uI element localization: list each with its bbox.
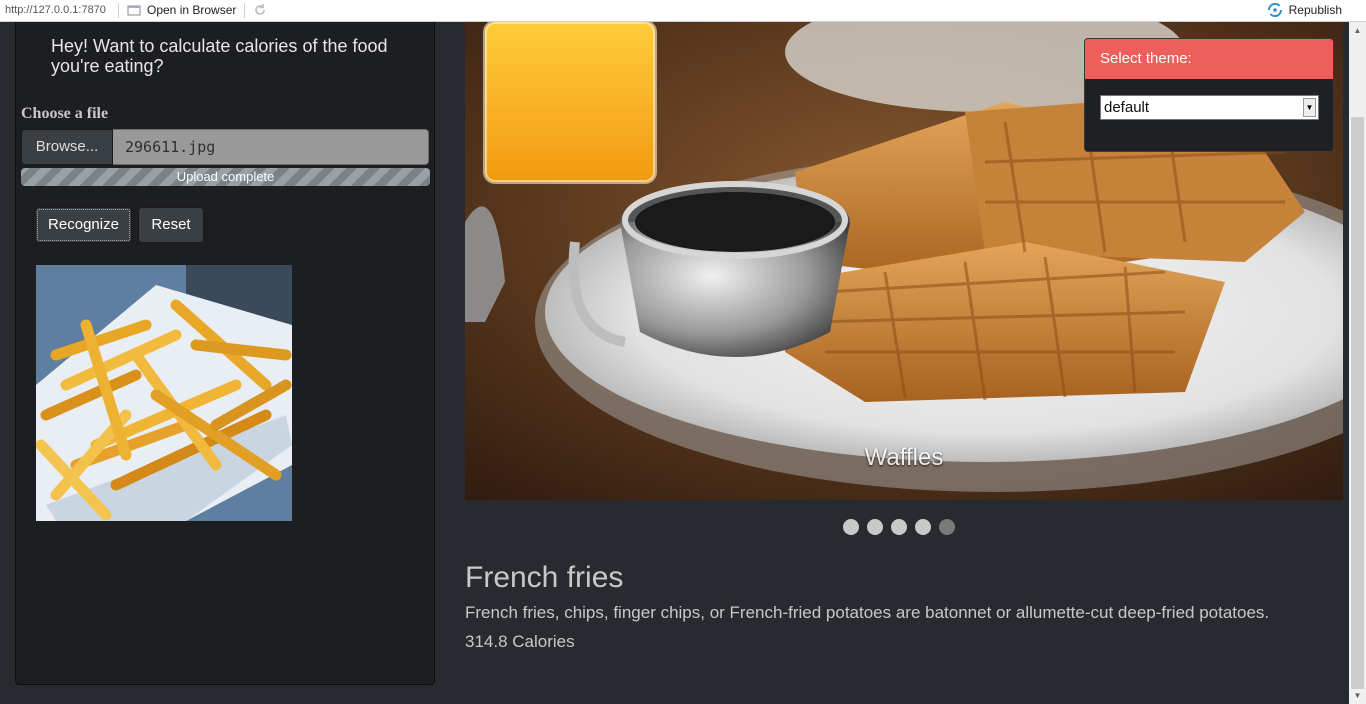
republish-icon [1267, 3, 1282, 17]
reset-button[interactable]: Reset [138, 207, 204, 243]
toolbar-divider [118, 3, 119, 18]
carousel-caption: Waffles [864, 444, 944, 471]
theme-selector-panel: Select theme: default ▼ [1084, 38, 1334, 152]
chevron-down-icon[interactable]: ▼ [1303, 98, 1316, 117]
scrollbar-thumb[interactable] [1351, 117, 1364, 689]
recognize-button[interactable]: Recognize [35, 207, 132, 243]
reload-button[interactable] [253, 3, 267, 20]
uploaded-food-image [36, 265, 292, 521]
scroll-down-arrow-icon[interactable]: ▼ [1349, 687, 1366, 704]
republish-label: Republish [1288, 3, 1342, 17]
carousel-indicator-3[interactable] [891, 519, 907, 535]
upload-progress-bar: Upload complete [21, 168, 430, 186]
carousel-indicator-2[interactable] [867, 519, 883, 535]
file-name-field[interactable]: 296611.jpg [113, 129, 429, 165]
result-calories: 314.8 Calories [465, 632, 575, 651]
result-description: French fries, chips, finger chips, or Fr… [465, 603, 1270, 622]
carousel-indicator-1[interactable] [843, 519, 859, 535]
intro-text: Hey! Want to calculate calories of the f… [51, 36, 388, 76]
open-in-browser-label: Open in Browser [147, 3, 237, 17]
page-scrollbar[interactable]: ▲ ▼ [1349, 22, 1366, 704]
republish-button[interactable]: Republish [1267, 3, 1342, 17]
file-upload: Browse... 296611.jpg [21, 129, 429, 165]
browse-button[interactable]: Browse... [21, 129, 113, 165]
upload-status-text: Upload complete [176, 169, 275, 184]
sidebar-panel: Hey! Want to calculate calories of the f… [15, 22, 435, 685]
url-label: http://127.0.0.1:7870 [5, 4, 106, 16]
carousel-indicator-4[interactable] [915, 519, 931, 535]
theme-dropdown[interactable]: default ▼ [1100, 95, 1319, 120]
refresh-icon [255, 4, 265, 15]
browser-window-icon [127, 5, 141, 16]
scroll-up-arrow-icon[interactable]: ▲ [1349, 22, 1366, 39]
open-in-browser-button[interactable]: Open in Browser [127, 3, 236, 17]
viewer-toolbar: http://127.0.0.1:7870 Open in Browser Re… [0, 0, 1366, 22]
choose-file-label: Choose a file [21, 105, 109, 122]
carousel-indicators [843, 519, 955, 535]
result-food-name: French fries [465, 561, 624, 594]
toolbar-divider [244, 3, 245, 18]
theme-dropdown-value: default [1104, 99, 1150, 116]
theme-selector-header: Select theme: [1085, 39, 1333, 79]
carousel-indicator-5[interactable] [939, 519, 955, 535]
